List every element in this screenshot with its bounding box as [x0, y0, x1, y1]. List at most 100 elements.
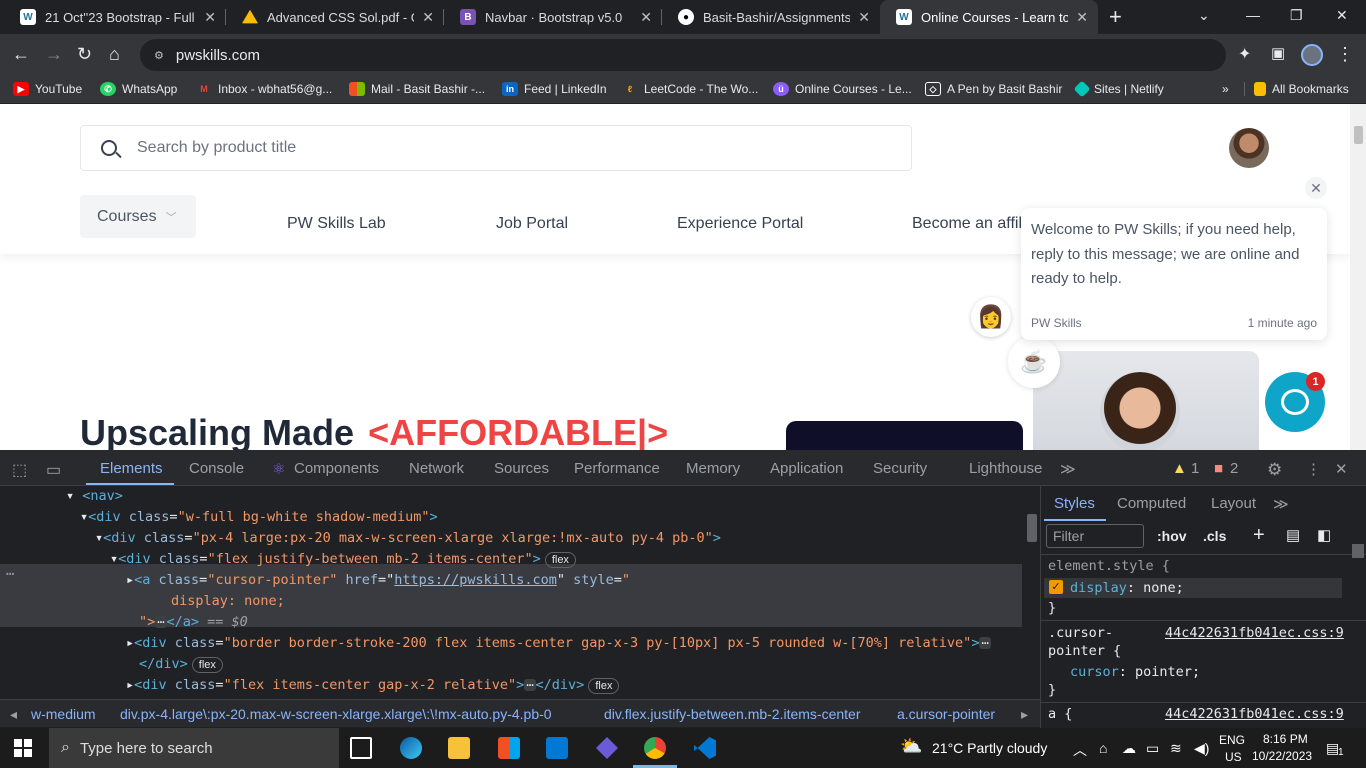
bookmark-whatsapp[interactable]: ✆ WhatsApp [100, 82, 177, 96]
breadcrumb-scroll-left-icon[interactable]: ◂ [10, 706, 17, 723]
flex-badge[interactable]: flex [588, 678, 620, 694]
dom-node[interactable]: ▸<div class="border border-stroke-200 fl… [126, 633, 991, 654]
tab-components[interactable]: Components [294, 460, 379, 477]
flex-badge[interactable]: flex [544, 552, 576, 568]
breadcrumb-scroll-right-icon[interactable]: ▸ [1021, 706, 1028, 723]
weather-text[interactable]: 21°C Partly cloudy [932, 740, 1047, 756]
nav-experience-portal[interactable]: Experience Portal [677, 215, 803, 233]
hov-toggle[interactable]: :hov [1157, 528, 1187, 544]
styles-scrollbar[interactable] [1352, 544, 1364, 558]
courses-dropdown[interactable]: Courses ﹀ [80, 195, 196, 238]
bookmark-gmail[interactable]: M Inbox - wbhat56@g... [196, 82, 332, 96]
tab-layout[interactable]: Layout [1211, 495, 1256, 512]
dom-node[interactable]: ▾<div class="flex justify-between mb-2 i… [110, 549, 576, 570]
inspect-element-icon[interactable]: ⬚ [12, 460, 27, 480]
href-link[interactable]: https://pwskills.com [394, 572, 557, 588]
chat-close-icon[interactable]: ✕ [1305, 177, 1327, 199]
devtools-menu-icon[interactable]: ⋮ [1306, 460, 1321, 478]
nav-pw-skills-lab[interactable]: PW Skills Lab [287, 215, 386, 233]
taskbar-search-input[interactable]: ⌕ Type here to search [49, 728, 339, 768]
browser-tab[interactable]: B Navbar · Bootstrap v5.0 ✕ [444, 0, 662, 34]
breadcrumb-item[interactable]: a.cursor-pointer [897, 706, 995, 722]
tab-computed[interactable]: Computed [1117, 495, 1186, 512]
tab-styles[interactable]: Styles [1054, 495, 1095, 512]
chat-popup[interactable]: Welcome to PW Skills; if you need help, … [1021, 208, 1327, 340]
cls-toggle[interactable]: .cls [1203, 528, 1226, 544]
close-window-icon[interactable]: ✕ [1336, 7, 1348, 24]
product-search-input[interactable]: Search by product title [80, 125, 912, 171]
rule-selector[interactable]: .cursor- [1048, 625, 1113, 641]
windows-start-icon[interactable] [14, 739, 32, 757]
add-rule-icon[interactable]: + [1253, 524, 1265, 547]
ellipsis-icon[interactable]: ⋯ [524, 679, 536, 691]
error-count[interactable]: 2 [1230, 460, 1238, 477]
task-view-icon[interactable] [350, 737, 372, 759]
close-devtools-icon[interactable]: ✕ [1335, 460, 1348, 478]
network-icon[interactable]: ⌂ [1099, 740, 1107, 756]
new-tab-icon[interactable]: + [1109, 4, 1122, 30]
breadcrumb-item[interactable]: div.flex.justify-between.mb-2.items-cent… [604, 706, 861, 722]
flex-badge[interactable]: flex [191, 657, 223, 673]
tab-memory[interactable]: Memory [686, 460, 740, 477]
page-scrollbar[interactable] [1350, 104, 1366, 450]
bookmark-codepen[interactable]: ◇ A Pen by Basit Bashir [925, 82, 1062, 96]
clock-date[interactable]: 10/22/2023 [1252, 749, 1312, 763]
stylesheet-link[interactable]: 44c422631fb041ec.css:9 [1165, 625, 1344, 641]
rule-selector[interactable]: a { [1048, 706, 1072, 722]
browser-tab[interactable]: Advanced CSS Sol.pdf - Goo ✕ [226, 0, 444, 34]
breadcrumb-item[interactable]: div.px-4.large\:px-20.max-w-screen-xlarg… [120, 706, 552, 722]
bookmarks-overflow[interactable]: » [1222, 82, 1229, 96]
browser-tab[interactable]: ● Basit-Bashir/Assignments ✕ [662, 0, 880, 34]
dom-node[interactable]: ▾<div class="px-4 large:px-20 max-w-scre… [95, 528, 721, 549]
settings-gear-icon[interactable]: ⚙ [1267, 460, 1282, 480]
close-tab-icon[interactable]: ✕ [204, 9, 216, 26]
bookmark-outlook[interactable]: Mail - Basit Bashir -... [349, 82, 485, 96]
minimize-icon[interactable]: — [1246, 7, 1260, 23]
rule-selector[interactable]: element.style { [1048, 558, 1170, 574]
battery-icon[interactable]: ▭ [1146, 740, 1159, 757]
paint-icon[interactable]: ▤ [1286, 526, 1300, 544]
tab-security[interactable]: Security [873, 460, 927, 477]
close-tab-icon[interactable]: ✕ [1076, 9, 1088, 26]
css-property[interactable]: display [1070, 580, 1127, 596]
menu-icon[interactable]: ⋮ [1336, 44, 1354, 65]
dom-tree-scrollbar[interactable] [1025, 486, 1039, 699]
all-bookmarks[interactable]: All Bookmarks [1244, 82, 1349, 96]
rule-selector[interactable]: pointer { [1048, 643, 1121, 659]
home-icon[interactable]: ⌂ [109, 44, 120, 65]
bookmark-pwskills[interactable]: ü Online Courses - Le... [773, 82, 912, 96]
browser-tab[interactable]: W 21 Oct''23 Bootstrap - Full St ✕ [4, 0, 226, 34]
forward-icon[interactable]: → [45, 44, 63, 65]
bookmark-netlify[interactable]: Sites | Netlify [1073, 80, 1164, 98]
site-info-icon[interactable]: ⚙ [154, 49, 164, 62]
profile-avatar[interactable] [1301, 44, 1323, 66]
extensions-icon[interactable]: ✦ [1238, 44, 1251, 64]
dom-node-selected[interactable]: ▸<a class="cursor-pointer" href="https:/… [126, 570, 630, 591]
bookmark-linkedin[interactable]: in Feed | LinkedIn [502, 82, 607, 96]
nav-become-affiliate[interactable]: Become an affil [912, 215, 1022, 233]
address-bar[interactable]: ⚙ pwskills.com [140, 39, 1226, 71]
language-text[interactable]: ENG [1219, 733, 1245, 747]
mail-icon[interactable] [546, 737, 568, 759]
dom-node[interactable]: ▾ <nav> [66, 486, 123, 507]
css-value[interactable]: none; [1143, 580, 1184, 596]
clock-time[interactable]: 8:16 PM [1263, 732, 1308, 746]
nav-job-portal[interactable]: Job Portal [496, 215, 568, 233]
tab-elements[interactable]: Elements [100, 460, 163, 477]
bookmark-leetcode[interactable]: ℓ LeetCode - The Wo... [622, 82, 758, 96]
browser-tab-active[interactable]: W Online Courses - Learn to Co ✕ [880, 0, 1098, 34]
tab-application[interactable]: Application [770, 460, 843, 477]
stylesheet-link[interactable]: 44c422631fb041ec.css:9 [1165, 706, 1344, 722]
wifi-icon[interactable]: ≋ [1170, 740, 1182, 757]
styles-filter-input[interactable]: Filter [1046, 524, 1144, 548]
toggle-sidebar-icon[interactable]: ◧ [1317, 526, 1331, 544]
tab-search-icon[interactable]: ⌄ [1198, 7, 1210, 24]
close-tab-icon[interactable]: ✕ [640, 9, 652, 26]
tab-sources[interactable]: Sources [494, 460, 549, 477]
row-actions-icon[interactable]: ⋯ [6, 564, 14, 585]
app-icon[interactable] [596, 737, 618, 759]
restore-icon[interactable]: ❐ [1290, 7, 1303, 24]
tab-lighthouse[interactable]: Lighthouse [969, 460, 1042, 477]
back-icon[interactable]: ← [12, 44, 30, 65]
volume-icon[interactable]: ◀) [1194, 740, 1209, 757]
